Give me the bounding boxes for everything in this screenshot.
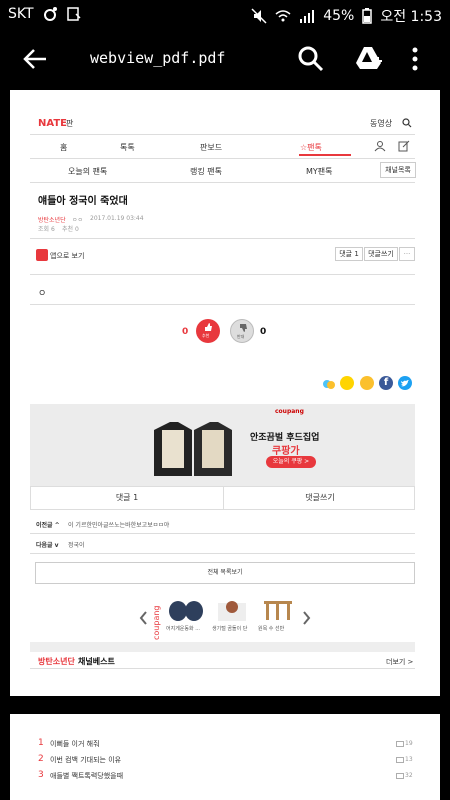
section-divider [30,642,415,652]
download-icon [66,7,81,21]
battery-icon [362,8,373,24]
back-arrow-icon[interactable] [20,44,50,74]
clock: 오전 1:53 [380,9,442,25]
camera-icon [43,7,57,21]
search-icon[interactable] [402,118,412,128]
comment-icon [396,757,404,763]
tab-comments[interactable]: 댓글 1 [31,487,223,509]
app-icon [36,249,48,261]
dislike-label: 반대 [237,334,245,339]
svg-text:coupang: coupang [152,606,161,641]
like-count: 0 [182,327,189,337]
carousel-next-icon[interactable] [302,610,312,626]
more-vert-icon[interactable] [410,44,420,74]
comment-count-button[interactable]: 댓글 1 [335,247,363,261]
subtab-my[interactable]: MY팬톡 [306,166,333,177]
status-bar: SKT 45% 오전 1:53 [0,0,450,30]
comment-icon [396,741,404,747]
tab-toktok[interactable]: 톡톡 [120,142,135,153]
write-comment-button[interactable]: 댓글쓰기 [364,247,398,261]
signal-icon [300,10,315,23]
rank-3: 3 [38,770,44,780]
tab-write-comment[interactable]: 댓글쓰기 [224,487,416,509]
product-name: 생기털 곰돌이 단 [212,626,248,632]
document-title: webview_pdf.pdf [90,49,226,67]
next-post-label[interactable]: 다음글 v [36,540,59,549]
subtab-today[interactable]: 오늘의 팬톡 [68,166,107,177]
prev-post-title[interactable]: 이 기르한민아글쓰노는바한보고보ㅁㅁ야 [68,520,169,529]
post-channel[interactable]: 방탄소년단 [38,215,66,224]
more-button[interactable]: ··· [399,247,415,261]
comment-count-3: 32 [405,772,413,779]
carousel-prev-icon[interactable] [138,610,148,626]
pdf-page-2: 1 이뻐들 이거 해줘 19 2 이번 컴백 기대되는 이유 13 3 애들별 … [10,714,440,800]
ad-cta-button[interactable]: 오늘의 쿠팡 > [266,456,316,468]
post-date: 2017.01.19 03:44 [90,215,144,222]
more-link[interactable]: 더보기 > [386,657,413,667]
twitter-icon[interactable] [398,376,412,390]
nate-logo-sub: 판 [66,119,74,128]
app-bar: webview_pdf.pdf [0,30,450,88]
mute-icon [251,8,267,24]
post-author: ㅇㅇ [72,217,84,224]
comment-tabs: 댓글 1 댓글쓰기 [30,486,415,510]
like-button[interactable]: 추천 [196,319,220,343]
comment-icon [396,773,404,779]
coupang-vertical-logo: coupang [150,596,162,644]
product-name: 원목 수 선반 [258,626,285,632]
rank-2: 2 [38,754,44,764]
facebook-icon[interactable]: f [379,376,393,390]
product-shelf[interactable]: 원목 수 선반 [258,595,298,637]
carrier-label: SKT [8,6,34,22]
subtab-ranking[interactable]: 랭킹 팬톡 [190,166,222,177]
write-icon[interactable] [398,140,410,152]
post-views: 조회 6 [38,226,55,233]
ad-banner[interactable]: coupang 안조끔벌 후드집업 쿠팡가 오늘의 쿠팡 > [30,404,415,486]
user-icon[interactable] [374,140,386,152]
ad-brand: coupang [275,408,304,415]
product-name: 어지게운동화 ... [166,626,200,632]
comment-count-1: 19 [405,740,413,747]
product-shoes[interactable]: 어지게운동화 ... [166,595,206,637]
app-view-link[interactable]: 앱으로 보기 [50,251,84,261]
like-label: 추천 [202,333,210,338]
kakaostory-icon[interactable] [360,376,374,390]
channel-best-channel[interactable]: 방탄소년단 [38,656,75,667]
dislike-count: 0 [260,327,267,337]
view-all-list-button[interactable]: 전체 목록보기 [35,562,415,584]
tab-panboard[interactable]: 판보드 [200,142,222,153]
video-link[interactable]: 동영상 [370,118,392,129]
battery-percent: 45% [323,8,355,24]
post-title: 얘들아 정국이 죽었대 [38,196,128,207]
thumbs-up-icon [205,323,212,331]
prev-post-label[interactable]: 이전글 ^ [36,520,60,529]
nate-logo[interactable]: NATE [38,118,67,129]
rank-1: 1 [38,738,44,748]
search-icon[interactable] [296,44,326,74]
product-bear[interactable]: 생기털 곰돌이 단 [212,595,252,637]
tab-home[interactable]: 홈 [60,142,67,153]
wifi-icon [275,10,291,22]
pdf-page-1: NATE 판 동영상 홈 톡톡 판보드 ☆팬톡 오늘의 팬톡 랭킹 팬톡 MY팬… [10,90,440,696]
post-recommend: 추천 0 [62,226,79,233]
tab-fantalk[interactable]: ☆팬톡 [300,142,322,153]
add-to-drive-icon[interactable] [354,44,384,74]
post-body: ㅇ [38,289,47,299]
best-title-2[interactable]: 이번 컴백 기대되는 이유 [50,755,121,765]
best-title-1[interactable]: 이뻐들 이거 해줘 [50,739,100,749]
channel-best-label: 채널베스트 [78,657,115,666]
next-post-title[interactable]: 정국이 [68,540,85,549]
channel-list-button[interactable]: 채널목록 [380,162,416,178]
talk-share-icon[interactable] [322,376,336,390]
hoodie-jackets-image [154,422,232,476]
thumbs-down-icon [240,324,247,332]
ad-brand-kr: 쿠팡가 [272,446,300,457]
kakaotalk-icon[interactable] [340,376,354,390]
best-title-3[interactable]: 애들별 짹트톡력당했을때 [50,771,123,781]
dislike-button[interactable]: 반대 [230,319,254,343]
comment-count-2: 13 [405,756,413,763]
